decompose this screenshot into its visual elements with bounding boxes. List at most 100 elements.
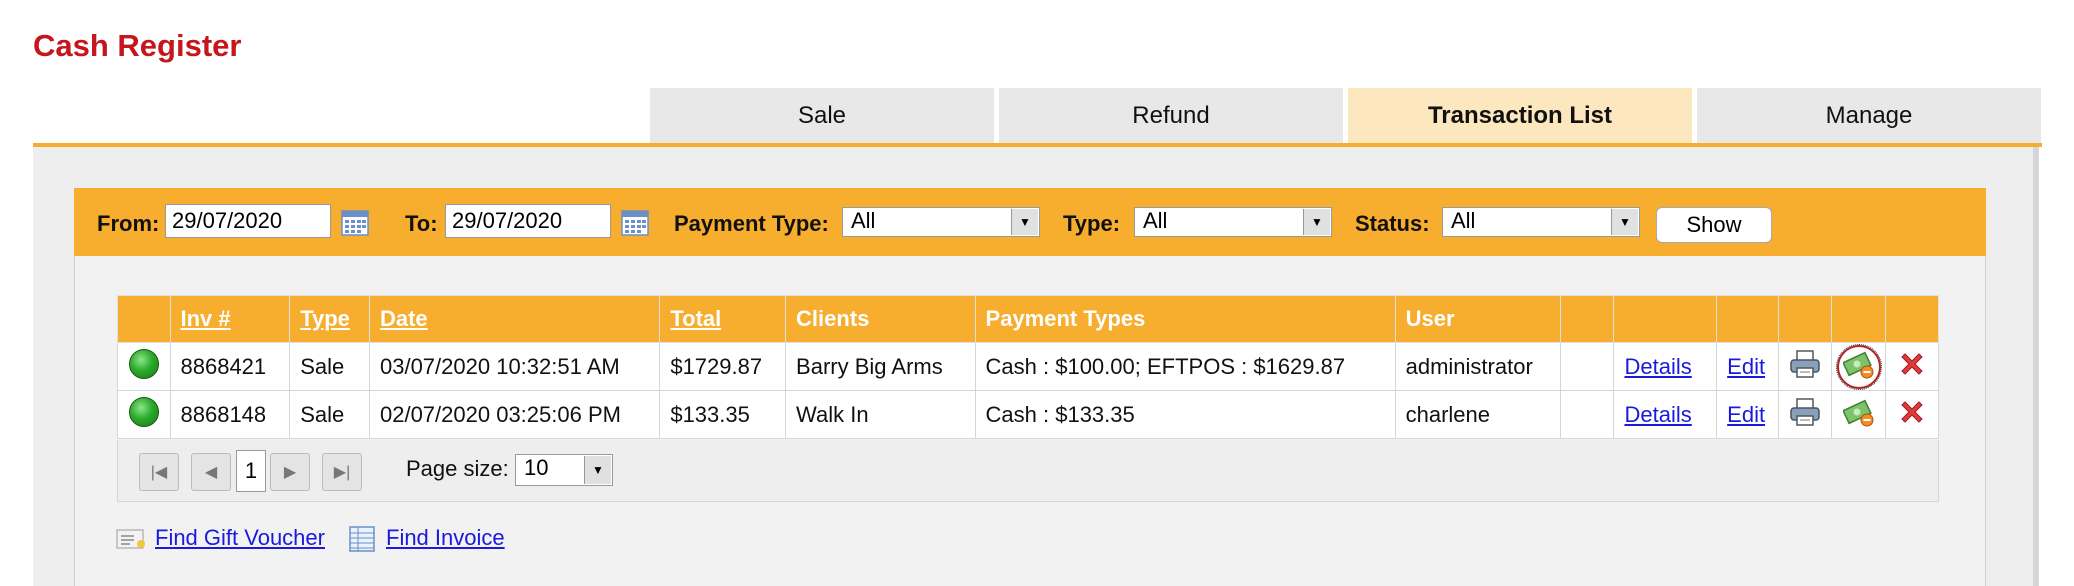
print-cell [1778,342,1832,391]
gift-voucher-icon [116,529,145,549]
print-icon[interactable] [1789,397,1821,427]
transactions-table: Inv # Type Date Total Clients Payment Ty… [117,295,1939,439]
table-row: 8868148 Sale 02/07/2020 03:25:06 PM $133… [117,390,1939,439]
column-header-date[interactable]: Date [368,295,661,343]
details-cell: Details [1613,342,1718,391]
user-name: charlene [1394,390,1562,439]
tab-bar: Sale Refund Transaction List Manage [650,88,2046,144]
page-size-select[interactable]: 10 ▼ [515,454,613,486]
invoice-icon [349,526,375,552]
empty-cell [1560,342,1615,391]
next-page-button[interactable]: ▶ [270,453,310,491]
print-icon[interactable] [1789,349,1821,379]
empty-cell [1560,390,1615,439]
print-cell [1778,390,1832,439]
column-header-blank [1778,295,1832,343]
calendar-icon[interactable] [341,208,369,236]
column-header-blank [1560,295,1615,343]
last-page-icon: ▶| [333,464,351,481]
type-select[interactable]: All ▼ [1134,207,1332,237]
column-header-payment-types: Payment Types [974,295,1396,343]
column-header-blank [1830,295,1887,343]
payment-type-value: All [851,208,876,233]
column-header-user: User [1394,295,1562,343]
show-button[interactable]: Show [1656,207,1772,243]
column-header-clients: Clients [785,295,976,343]
column-header-blank [1716,295,1780,343]
first-page-icon: |◀ [150,464,168,481]
details-link[interactable]: Details [1624,354,1691,379]
transaction-type: Sale [289,342,370,391]
transaction-date: 03/07/2020 10:32:51 AM [368,342,661,391]
status-label: Status: [1355,211,1430,236]
table-row: 8868421 Sale 03/07/2020 10:32:51 AM $172… [117,342,1939,391]
find-invoice-link[interactable]: Find Invoice [386,525,505,551]
status-green-icon [128,348,159,379]
refund-cell [1830,390,1887,439]
user-name: administrator [1394,342,1562,391]
table-header-row: Inv # Type Date Total Clients Payment Ty… [117,295,1939,343]
page-size-label: Page size: [406,456,509,481]
from-label: From: [97,211,160,236]
transaction-total: $1729.87 [659,342,787,391]
details-cell: Details [1613,390,1718,439]
transaction-type: Sale [289,390,370,439]
edit-link[interactable]: Edit [1727,402,1765,427]
status-green-icon [128,396,159,427]
refund-cell [1830,342,1887,391]
money-refund-icon [1841,351,1873,378]
column-header-blank [1613,295,1718,343]
to-date-input[interactable]: 29/07/2020 [445,204,611,238]
last-page-button[interactable]: ▶| [322,453,362,491]
tab-manage[interactable]: Manage [1697,88,2041,144]
type-value: All [1143,208,1168,233]
column-header-blank [1885,295,1939,343]
page-title: Cash Register [33,28,242,63]
invoice-number: 8868148 [169,390,291,439]
next-page-icon: ▶ [283,464,297,481]
find-gift-voucher-link[interactable]: Find Gift Voucher [155,525,325,551]
refund-button[interactable] [1835,343,1882,390]
pager: |◀ ◀ 1 ▶ ▶| Page size: 10 ▼ [117,440,1939,502]
payment-types: Cash : $100.00; EFTPOS : $1629.87 [974,342,1396,391]
transaction-date: 02/07/2020 03:25:06 PM [368,390,661,439]
edit-cell: Edit [1716,342,1780,391]
delete-icon[interactable] [1897,349,1927,379]
client-name: Walk In [785,390,976,439]
column-header-total[interactable]: Total [659,295,787,343]
money-refund-icon[interactable] [1841,397,1875,427]
tab-transaction-list[interactable]: Transaction List [1348,88,1692,144]
edit-cell: Edit [1716,390,1780,439]
status-select[interactable]: All ▼ [1442,207,1640,237]
page-size-value: 10 [524,455,549,480]
type-label: Type: [1063,211,1121,236]
column-header-type[interactable]: Type [289,295,370,343]
dropdown-arrow-icon: ▼ [1011,209,1038,235]
transaction-total: $133.35 [659,390,787,439]
edit-link[interactable]: Edit [1727,354,1765,379]
current-page[interactable]: 1 [236,450,266,492]
dropdown-arrow-icon: ▼ [1303,209,1330,235]
delete-cell [1885,390,1939,439]
payment-type-label: Payment Type: [674,211,829,236]
client-name: Barry Big Arms [785,342,976,391]
delete-cell [1885,342,1939,391]
first-page-button[interactable]: |◀ [139,453,179,491]
tab-sale[interactable]: Sale [650,88,994,144]
prev-page-icon: ◀ [204,464,218,481]
prev-page-button[interactable]: ◀ [191,453,231,491]
status-cell [117,390,171,439]
tab-refund[interactable]: Refund [999,88,1343,144]
delete-icon[interactable] [1897,397,1927,427]
from-date-input[interactable]: 29/07/2020 [165,204,331,238]
payment-types: Cash : $133.35 [974,390,1396,439]
payment-type-select[interactable]: All ▼ [842,207,1040,237]
invoice-number: 8868421 [169,342,291,391]
status-value: All [1451,208,1476,233]
details-link[interactable]: Details [1624,402,1691,427]
dropdown-arrow-icon: ▼ [584,456,611,484]
calendar-icon[interactable] [621,208,649,236]
column-header-inv[interactable]: Inv # [169,295,291,343]
status-cell [117,342,171,391]
dropdown-arrow-icon: ▼ [1611,209,1638,235]
